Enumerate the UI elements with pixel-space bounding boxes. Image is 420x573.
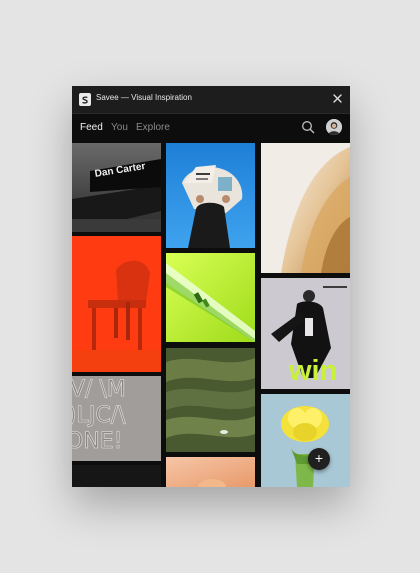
tab-feed[interactable]: Feed <box>80 122 103 133</box>
title-bar: Savee — Visual Inspiration <box>72 86 350 114</box>
green-glass-render[interactable] <box>166 253 255 342</box>
typography-relief[interactable]: V/ \M )LJC/\ ONE! <box>72 376 161 461</box>
peach-gradient-tile[interactable] <box>166 457 255 487</box>
dark-tile[interactable] <box>72 465 161 487</box>
svg-text:)LJC/\: )LJC/\ <box>72 403 126 428</box>
yellow-flower-photo[interactable] <box>261 394 350 487</box>
user-avatar[interactable] <box>326 119 342 135</box>
svg-text:V/ \M: V/ \M <box>72 377 126 402</box>
close-icon[interactable] <box>331 92 344 105</box>
search-icon[interactable] <box>301 120 315 134</box>
tab-you[interactable]: You <box>111 122 128 133</box>
red-chair-photo[interactable] <box>72 236 161 372</box>
newspaper-reader-photo[interactable] <box>166 143 255 248</box>
savee-logo-icon <box>79 93 91 106</box>
add-button[interactable]: + <box>308 448 330 470</box>
magazine-caption: win <box>289 355 338 387</box>
dan-carter-poster[interactable]: Dan Carter <box>72 143 161 232</box>
plus-icon: + <box>314 450 324 466</box>
fashion-magazine-cover[interactable]: win <box>261 278 350 389</box>
tab-explore[interactable]: Explore <box>136 122 170 133</box>
green-fabric-photo[interactable] <box>166 348 255 452</box>
gold-abstract-render[interactable] <box>261 143 350 273</box>
window-title: Savee — Visual Inspiration <box>96 93 192 102</box>
svg-text:ONE!: ONE! <box>72 429 123 454</box>
app-window: Savee — Visual Inspiration Feed You Expl… <box>72 86 350 487</box>
